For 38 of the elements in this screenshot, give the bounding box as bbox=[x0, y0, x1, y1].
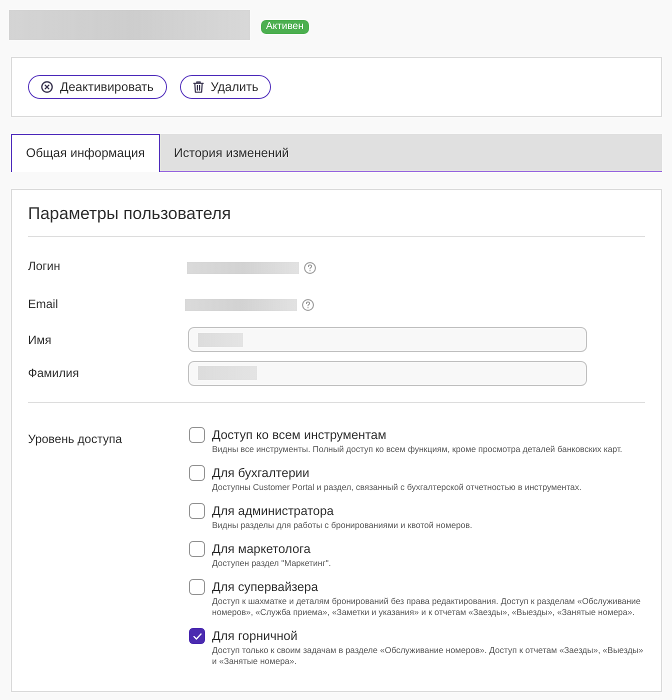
field-label: Уровень доступа bbox=[28, 431, 124, 448]
tab[interactable]: История изменений bbox=[160, 134, 303, 172]
blurred-value bbox=[198, 332, 243, 346]
input-field[interactable] bbox=[188, 327, 587, 352]
trash-icon bbox=[192, 81, 204, 93]
deactivate-button[interactable]: Деактивировать bbox=[28, 75, 167, 99]
option-description: Доступны Customer Portal и раздел, связанный с бухгалтерской отчетностью в инструментах. bbox=[212, 482, 583, 493]
field-label: Логин bbox=[28, 258, 62, 275]
checkbox[interactable] bbox=[189, 427, 205, 443]
option-title: Для горничной bbox=[212, 628, 298, 644]
checkbox[interactable] bbox=[189, 579, 205, 595]
checkbox[interactable] bbox=[189, 465, 205, 481]
help-icon[interactable] bbox=[302, 299, 314, 311]
option-description: Доступен раздел "Маркетинг". bbox=[212, 558, 332, 569]
section-heading: Параметры пользователя bbox=[28, 203, 232, 225]
option-title: Доступ ко всем инструментам bbox=[212, 427, 388, 443]
option-description: Видны разделы для работы с бронированиями и квотой номеров. bbox=[212, 520, 474, 531]
field-label: Фамилия bbox=[28, 365, 80, 382]
checkbox[interactable] bbox=[189, 628, 205, 644]
option-description: Доступ только к своим задачам в разделе «Обслуживание номеров». Доступ к отчетам «Заезды», «Выезды» и «Занятые номера». bbox=[212, 645, 644, 667]
option-title: Для маркетолога bbox=[212, 541, 312, 557]
input-field[interactable] bbox=[188, 360, 587, 386]
option-title: Для супервайзера bbox=[212, 579, 320, 595]
status-badge: Активен bbox=[261, 20, 309, 34]
option-title: Для администратора bbox=[212, 503, 335, 519]
blurred-value bbox=[198, 366, 257, 380]
help-icon[interactable] bbox=[304, 262, 316, 274]
field-label: Email bbox=[28, 296, 60, 312]
checkmark-icon bbox=[192, 632, 202, 640]
option-description: Видны все инструменты. Полный доступ ко всем функциям, кроме просмотра деталей банковских карт. bbox=[212, 444, 624, 455]
tab[interactable]: Общая информация bbox=[11, 134, 160, 172]
circle-x-icon bbox=[41, 81, 53, 93]
option-title: Для бухгалтерии bbox=[212, 465, 310, 481]
delete-button[interactable]: Удалить bbox=[180, 75, 272, 99]
field-label: Имя bbox=[28, 332, 52, 348]
checkbox[interactable] bbox=[189, 503, 205, 519]
checkbox[interactable] bbox=[189, 541, 205, 557]
option-description: Доступ к шахматке и деталям бронирований без права редактирования. Доступ к разделам «Обслуживание номеров», «Служба приема», «Заметки и указания» и к отчетам «Заезды», «Выезды», «Занятые номера». bbox=[212, 596, 642, 618]
